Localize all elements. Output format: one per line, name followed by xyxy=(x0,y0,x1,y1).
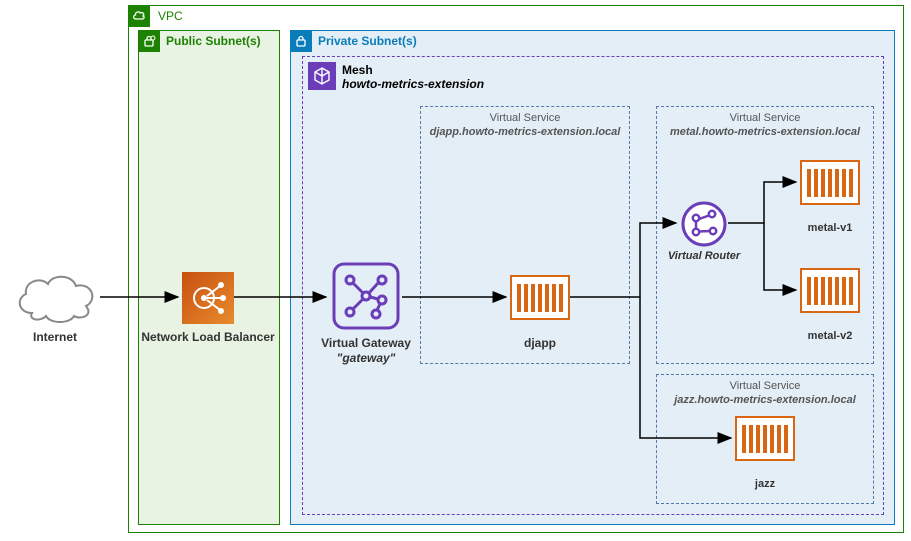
vs-jazz-title: Virtual Service xyxy=(656,380,874,392)
vs-djapp-group xyxy=(420,106,630,364)
vpc-label: VPC xyxy=(158,9,183,23)
mesh-subtitle: howto-metrics-extension xyxy=(342,77,484,91)
private-subnet-label: Private Subnet(s) xyxy=(318,34,417,48)
metal-v2-label: metal-v2 xyxy=(750,330,910,342)
private-subnet-badge-icon xyxy=(290,30,312,52)
virtual-router-icon xyxy=(680,200,728,248)
vs-metal-title: Virtual Service xyxy=(656,112,874,124)
public-subnet-badge-icon xyxy=(138,30,160,52)
internet-label: Internet xyxy=(0,330,135,344)
public-subnet-label: Public Subnet(s) xyxy=(166,34,261,48)
metal-v1-container-icon xyxy=(800,160,860,205)
virtual-gateway-icon xyxy=(330,260,402,332)
vpc-badge-icon xyxy=(128,5,150,27)
vs-djapp-title: Virtual Service xyxy=(420,112,630,124)
virtual-router-label: Virtual Router xyxy=(624,250,784,262)
jazz-container-icon xyxy=(735,416,795,461)
mesh-title: Mesh xyxy=(342,63,373,77)
vs-metal-subtitle: metal.howto-metrics-extension.local xyxy=(656,126,874,138)
jazz-label: jazz xyxy=(685,478,845,490)
metal-v1-label: metal-v1 xyxy=(750,222,910,234)
vs-jazz-subtitle: jazz.howto-metrics-extension.local xyxy=(656,394,874,406)
nlb-icon xyxy=(182,272,234,324)
mesh-badge-icon xyxy=(308,62,336,90)
vs-djapp-subtitle: djapp.howto-metrics-extension.local xyxy=(420,126,630,138)
djapp-label: djapp xyxy=(460,336,620,350)
metal-v2-container-icon xyxy=(800,268,860,313)
internet-cloud-icon xyxy=(10,268,100,326)
nlb-label: Network Load Balancer xyxy=(128,330,288,344)
djapp-container-icon xyxy=(510,275,570,320)
